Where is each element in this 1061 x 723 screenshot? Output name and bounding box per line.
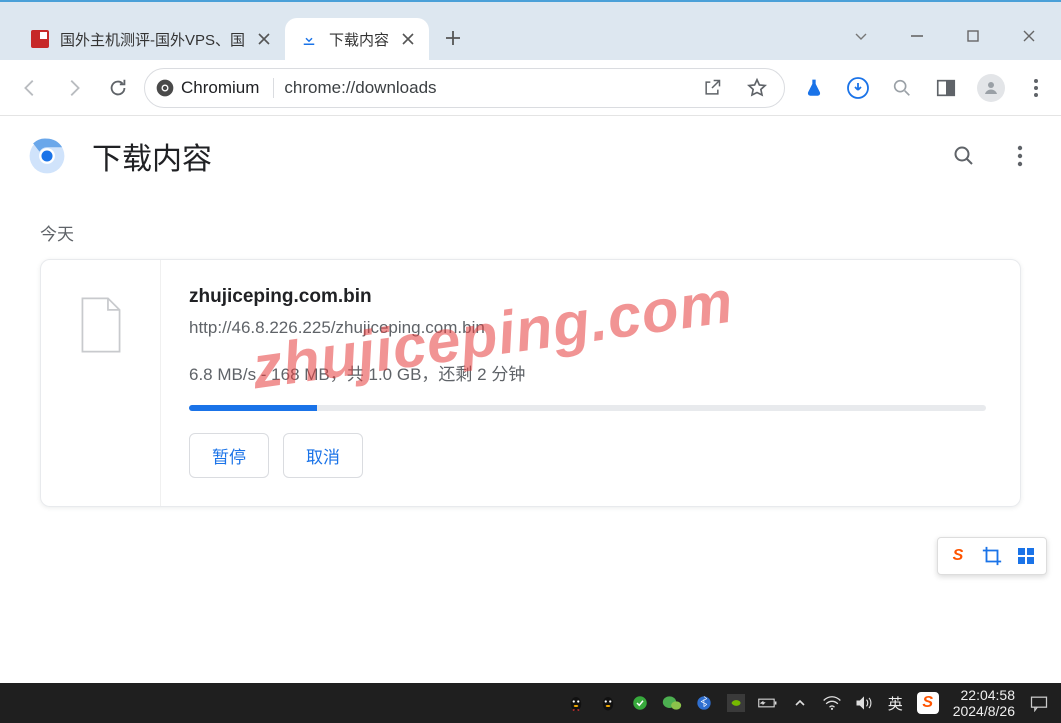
file-icon — [77, 296, 125, 354]
search-icon[interactable] — [889, 75, 915, 101]
chromium-page-icon — [28, 137, 66, 175]
tab-title: 国外主机测评-国外VPS、国 — [60, 29, 245, 50]
tray-apps — [566, 693, 874, 713]
chromium-chip: Chromium — [155, 78, 274, 98]
chevron-up-tray-icon[interactable] — [790, 693, 810, 713]
grid-icon[interactable] — [1014, 544, 1038, 568]
clock[interactable]: 22:04:58 2024/8/26 — [953, 687, 1015, 719]
maximize-icon[interactable] — [963, 26, 983, 46]
tab-strip: 国外主机测评-国外VPS、国 下载内容 — [0, 2, 851, 60]
url-text: chrome://downloads — [284, 78, 436, 98]
panel-icon[interactable] — [933, 75, 959, 101]
tab-inactive[interactable]: 国外主机测评-国外VPS、国 — [16, 18, 285, 60]
file-thumb — [41, 260, 161, 506]
volume-icon[interactable] — [854, 693, 874, 713]
chevron-down-icon[interactable] — [851, 26, 871, 46]
chip-label: Chromium — [181, 78, 259, 98]
clock-date: 2024/8/26 — [953, 703, 1015, 719]
bluetooth-icon[interactable] — [694, 693, 714, 713]
more-options-icon[interactable] — [1007, 143, 1033, 169]
share-icon[interactable] — [702, 78, 722, 98]
download-status: 6.8 MB/s - 168 MB，共 1.0 GB，还剩 2 分钟 — [189, 360, 986, 385]
minimize-icon[interactable] — [907, 26, 927, 46]
window-controls — [851, 26, 1061, 60]
wifi-icon[interactable] — [822, 693, 842, 713]
page-header: 下载内容 — [0, 116, 1061, 196]
page-title: 下载内容 — [92, 134, 951, 178]
favicon-site-icon — [30, 29, 50, 49]
download-card: zhujiceping.com.bin http://46.8.226.225/… — [40, 259, 1021, 507]
address-bar[interactable]: Chromium chrome://downloads — [144, 68, 785, 108]
qq-icon[interactable] — [566, 693, 586, 713]
page-actions — [951, 143, 1033, 169]
downloads-page: 下载内容 今天 zhujiceping.com.bin http://46.8.… — [0, 116, 1061, 683]
progress-track — [189, 405, 986, 411]
toolbar: Chromium chrome://downloads — [0, 60, 1061, 116]
progress-bar — [189, 405, 317, 411]
qq-icon[interactable] — [598, 693, 618, 713]
pause-button[interactable]: 暂停 — [189, 433, 269, 478]
nvidia-icon[interactable] — [726, 693, 746, 713]
screenshot-toolbar[interactable]: S — [937, 537, 1047, 575]
check-circle-icon[interactable] — [630, 693, 650, 713]
tab-active[interactable]: 下载内容 — [285, 18, 429, 60]
download-indicator-icon[interactable] — [845, 75, 871, 101]
close-window-icon[interactable] — [1019, 26, 1039, 46]
new-tab-button[interactable] — [435, 20, 471, 56]
download-url: http://46.8.226.225/zhujiceping.com.bin — [189, 318, 986, 338]
battery-icon[interactable] — [758, 693, 778, 713]
kebab-menu-icon[interactable] — [1023, 75, 1049, 101]
download-filename: zhujiceping.com.bin — [189, 286, 986, 308]
ime-indicator[interactable]: 英 — [888, 693, 903, 714]
wechat-icon[interactable] — [662, 693, 682, 713]
title-bar: 国外主机测评-国外VPS、国 下载内容 — [0, 0, 1061, 60]
section-today-label: 今天 — [0, 196, 1061, 259]
flask-icon[interactable] — [801, 75, 827, 101]
tab-title: 下载内容 — [329, 29, 389, 50]
sogou-tray-icon[interactable]: S — [917, 692, 939, 714]
profile-avatar-icon[interactable] — [977, 74, 1005, 102]
cancel-button[interactable]: 取消 — [283, 433, 363, 478]
bookmark-star-icon[interactable] — [746, 77, 768, 99]
notifications-icon[interactable] — [1029, 694, 1049, 712]
system-tray: 英 S 22:04:58 2024/8/26 — [566, 687, 1061, 719]
download-favicon-icon — [299, 29, 319, 49]
download-actions: 暂停 取消 — [189, 433, 986, 478]
chromium-logo-icon — [155, 78, 175, 98]
clock-time: 22:04:58 — [953, 687, 1015, 703]
close-tab-icon[interactable] — [399, 30, 417, 48]
download-body: zhujiceping.com.bin http://46.8.226.225/… — [161, 260, 1020, 506]
reload-icon[interactable] — [100, 70, 136, 106]
close-tab-icon[interactable] — [255, 30, 273, 48]
taskbar: 英 S 22:04:58 2024/8/26 — [0, 683, 1061, 723]
back-icon[interactable] — [12, 70, 48, 106]
search-downloads-icon[interactable] — [951, 143, 977, 169]
toolbar-right — [793, 74, 1049, 102]
forward-icon[interactable] — [56, 70, 92, 106]
sogou-icon[interactable]: S — [946, 544, 970, 568]
crop-icon[interactable] — [980, 544, 1004, 568]
